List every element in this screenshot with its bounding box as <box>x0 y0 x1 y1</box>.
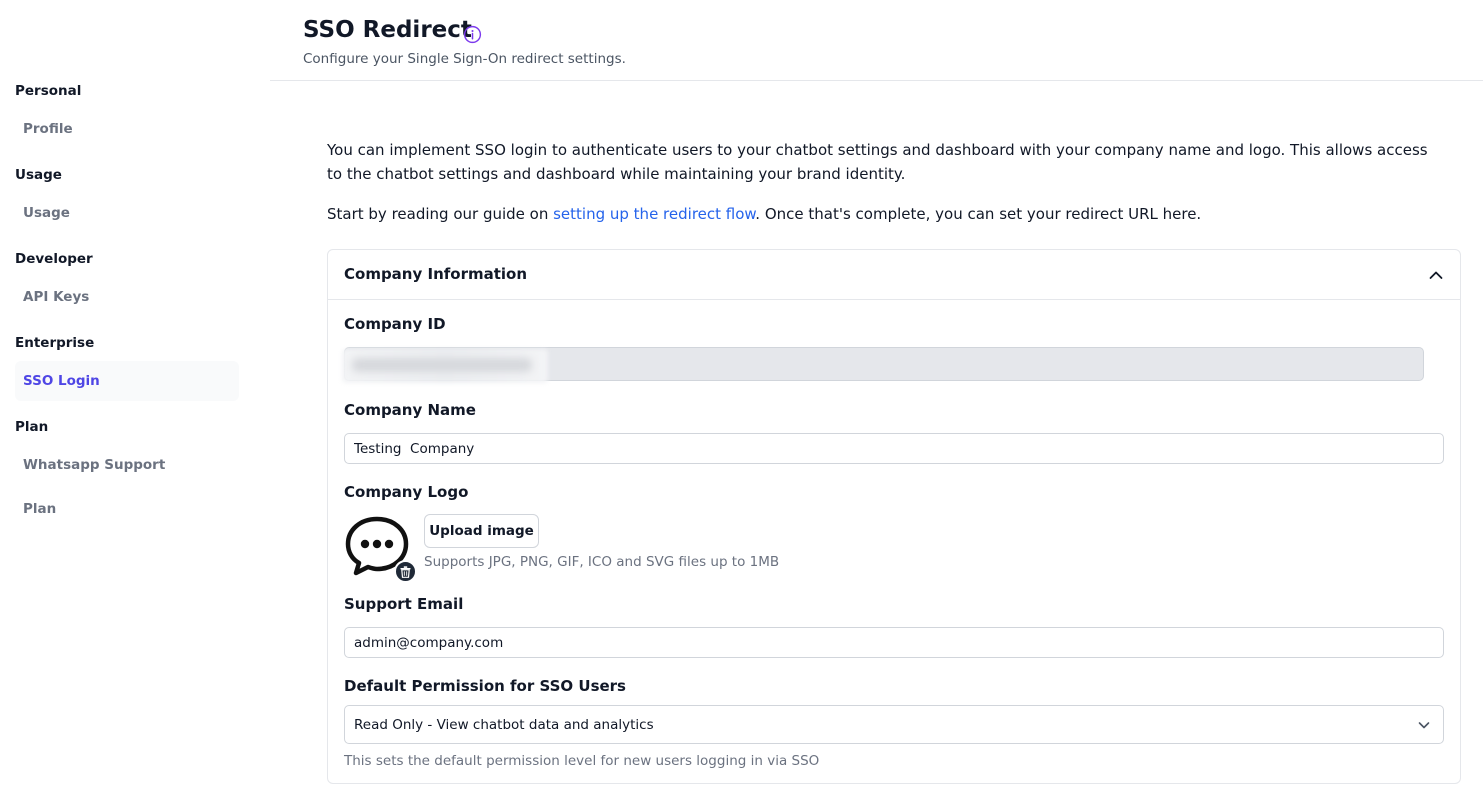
sidebar-item-sso-login[interactable]: SSO Login <box>15 361 239 401</box>
trash-icon[interactable] <box>394 560 417 583</box>
sidebar-section-developer: Developer <box>15 251 93 267</box>
default-permission-select[interactable]: Read Only - View chatbot data and analyt… <box>344 705 1444 744</box>
sidebar-section-usage: Usage <box>15 167 62 183</box>
sidebar: Personal Profile Usage Usage Developer A… <box>0 0 270 797</box>
company-name-field[interactable] <box>344 433 1444 464</box>
sidebar-item-whatsapp-support[interactable]: Whatsapp Support <box>15 445 239 485</box>
page-subtitle: Configure your Single Sign-On redirect s… <box>303 51 626 67</box>
page-header: SSO Redirect Configure your Single Sign-… <box>270 0 1483 81</box>
guide-suffix: . Once that's complete, you can set your… <box>755 205 1202 223</box>
sidebar-section-enterprise: Enterprise <box>15 335 95 351</box>
sidebar-item-profile[interactable]: Profile <box>15 109 239 149</box>
sidebar-section-personal: Personal <box>15 83 82 99</box>
default-permission-help: This sets the default permission level f… <box>344 753 820 769</box>
guide-prefix: Start by reading our guide on <box>327 205 554 223</box>
company-id-label: Company ID <box>344 315 446 333</box>
page-title: SSO Redirect <box>303 17 472 43</box>
default-permission-label: Default Permission for SSO Users <box>344 677 626 695</box>
sidebar-item-api-keys[interactable]: API Keys <box>15 277 239 317</box>
default-permission-value: Read Only - View chatbot data and analyt… <box>354 716 654 733</box>
support-email-label: Support Email <box>344 595 464 613</box>
company-name-label: Company Name <box>344 401 476 419</box>
company-logo-label: Company Logo <box>344 483 469 501</box>
upload-image-button[interactable]: Upload image <box>424 514 539 548</box>
chevron-down-icon <box>1417 718 1431 732</box>
guide-paragraph: Start by reading our guide on setting up… <box>327 202 1437 226</box>
redirect-flow-link[interactable]: setting up the redirect flow <box>553 205 755 223</box>
card-title: Company Information <box>344 265 528 283</box>
sidebar-item-usage[interactable]: Usage <box>15 193 239 233</box>
intro-paragraph: You can implement SSO login to authentic… <box>327 141 1428 183</box>
sidebar-item-plan[interactable]: Plan <box>15 489 239 529</box>
sidebar-section-plan: Plan <box>15 419 49 435</box>
upload-hint: Supports JPG, PNG, GIF, ICO and SVG file… <box>424 554 780 570</box>
support-email-field[interactable] <box>344 627 1444 658</box>
company-id-redacted-text <box>352 358 532 372</box>
company-information-card: Company Information Company ID Company N… <box>327 249 1461 784</box>
chevron-up-icon[interactable] <box>1428 267 1444 283</box>
card-header[interactable]: Company Information <box>328 250 1460 300</box>
info-circle-icon[interactable] <box>463 25 482 44</box>
